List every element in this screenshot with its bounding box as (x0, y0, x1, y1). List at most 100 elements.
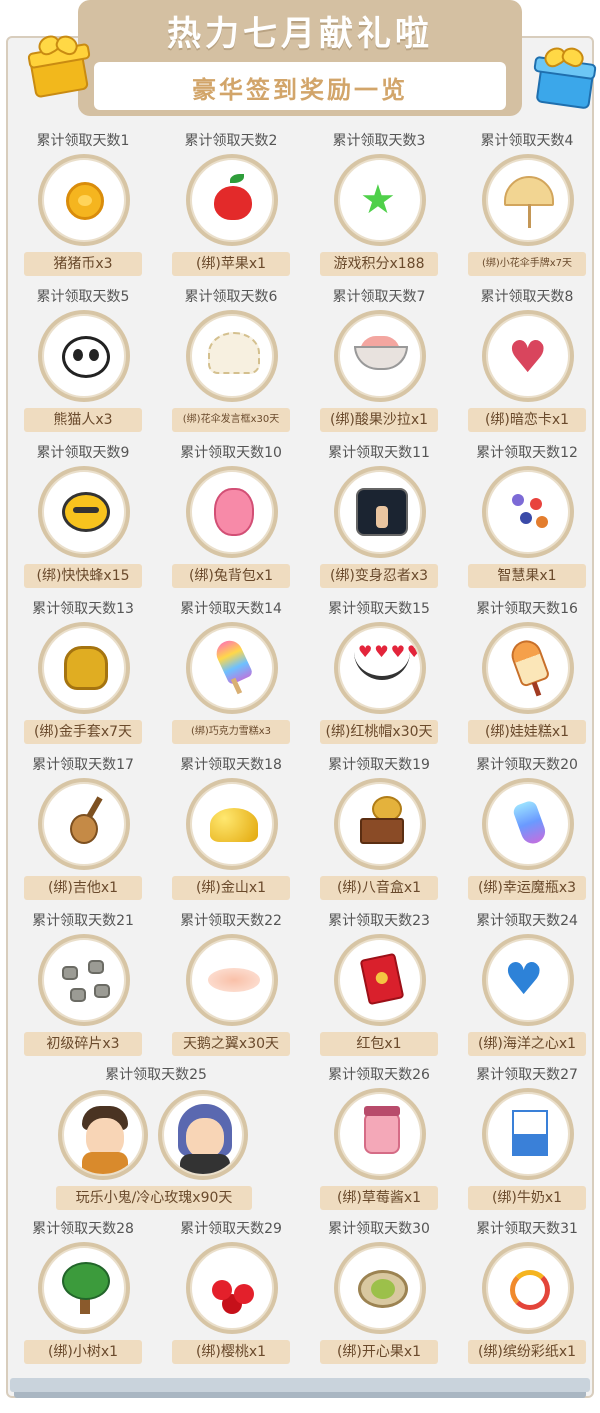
boy-avatar-icon (58, 1090, 148, 1180)
gold-gift-box-icon (26, 31, 92, 99)
reward-label: (绑)牛奶x1 (468, 1186, 586, 1210)
strawberry-jam-icon (334, 1088, 426, 1180)
day-label: 累计领取天数21 (32, 913, 134, 929)
day-label: 累计领取天数28 (32, 1221, 134, 1237)
reward-label: (绑)小树x1 (24, 1340, 142, 1364)
day-label: 累计领取天数25 (105, 1067, 207, 1083)
day-label: 累计领取天数6 (184, 289, 278, 305)
reward-label: (绑)吉他x1 (24, 876, 142, 900)
reward-cell-day-13: 累计领取天数13 (绑)金手套x7天 (8, 592, 158, 744)
reward-label: (绑)红桃帽x30天 (320, 720, 438, 744)
day-label: 累计领取天数12 (476, 445, 578, 461)
gold-glove-icon (38, 622, 130, 714)
reward-cell-day-10: 累计领取天数10 (绑)兔背包x1 (156, 436, 306, 588)
magic-bottle-icon (482, 778, 574, 870)
day-label: 累计领取天数5 (36, 289, 130, 305)
day-label: 累计领取天数17 (32, 757, 134, 773)
reward-label: (绑)暗恋卡x1 (468, 408, 586, 432)
girl-avatar-icon (158, 1090, 248, 1180)
panel-bottom-shadow (14, 1392, 586, 1398)
day-label: 累计领取天数9 (36, 445, 130, 461)
flower-umbrella-icon (482, 154, 574, 246)
tree-icon (38, 1242, 130, 1334)
reward-label: 熊猫人x3 (24, 408, 142, 432)
day-label: 累计领取天数20 (476, 757, 578, 773)
ice-bar-icon (482, 622, 574, 714)
confetti-icon (482, 1242, 574, 1334)
reward-label: (绑)金山x1 (172, 876, 290, 900)
reward-cell-day-7: 累计领取天数7 (绑)酸果沙拉x1 (304, 280, 454, 432)
page-subtitle: 豪华签到奖励一览 (192, 76, 408, 104)
reward-label: 初级碎片x3 (24, 1032, 142, 1056)
reward-cell-day-15: 累计领取天数15 ♥♥♥♥ (绑)红桃帽x30天 (304, 592, 454, 744)
day-label: 累计领取天数18 (180, 757, 282, 773)
reward-cell-day-2: 累计领取天数2 (绑)苹果x1 (156, 124, 306, 276)
day-label: 累计领取天数31 (476, 1221, 578, 1237)
swan-wing-icon (186, 934, 278, 1026)
reward-cell-day-20: 累计领取天数20 (绑)幸运魔瓶x3 (452, 748, 600, 900)
day-label: 累计领取天数26 (328, 1067, 430, 1083)
day-label: 累计领取天数13 (32, 601, 134, 617)
heart-crown-icon: ♥♥♥♥ (334, 622, 426, 714)
reward-cell-day-11: 累计领取天数11 (绑)变身忍者x3 (304, 436, 454, 588)
star-icon: ★ (334, 154, 426, 246)
reward-label: (绑)变身忍者x3 (320, 564, 438, 588)
heart-icon: ♥ (482, 310, 574, 402)
reward-label: (绑)缤纷彩纸x1 (468, 1340, 586, 1364)
day-label: 累计领取天数3 (332, 133, 426, 149)
reward-cell-day-29: 累计领取天数29 (绑)樱桃x1 (156, 1212, 306, 1364)
panel-bottom-edge (10, 1378, 590, 1392)
lace-umbrella-icon (186, 310, 278, 402)
reward-label: (绑)巧克力雪糕x3 (172, 720, 290, 744)
reward-label: (绑)兔背包x1 (172, 564, 290, 588)
reward-label: 玩乐小鬼/冷心玫瑰x90天 (56, 1186, 252, 1210)
reward-cell-day-4: 累计领取天数4 (绑)小花伞手牌x7天 (452, 124, 600, 276)
reward-cell-day-14: 累计领取天数14 (绑)巧克力雪糕x3 (156, 592, 306, 744)
blue-gift-box-icon (532, 43, 598, 110)
milk-icon (482, 1088, 574, 1180)
day-label: 累计领取天数10 (180, 445, 282, 461)
reward-cell-day-30: 累计领取天数30 (绑)开心果x1 (304, 1212, 454, 1364)
wisdom-berry-icon (482, 466, 574, 558)
day-label: 累计领取天数8 (480, 289, 574, 305)
reward-cell-day-12: 累计领取天数12 智慧果x1 (452, 436, 600, 588)
bunny-backpack-icon (186, 466, 278, 558)
reward-label: (绑)幸运魔瓶x3 (468, 876, 586, 900)
reward-label: (绑)八音盒x1 (320, 876, 438, 900)
fragments-icon (38, 934, 130, 1026)
reward-cell-day-21: 累计领取天数21 初级碎片x3 (8, 904, 158, 1056)
day-label: 累计领取天数22 (180, 913, 282, 929)
reward-label: (绑)樱桃x1 (172, 1340, 290, 1364)
reward-cell-day-18: 累计领取天数18 (绑)金山x1 (156, 748, 306, 900)
day-label: 累计领取天数4 (480, 133, 574, 149)
pistachio-icon (334, 1242, 426, 1334)
day-label: 累计领取天数16 (476, 601, 578, 617)
bee-icon (38, 466, 130, 558)
day-label: 累计领取天数7 (332, 289, 426, 305)
reward-label: (绑)快快蜂x15 (24, 564, 142, 588)
page-title: 热力七月献礼啦 (167, 14, 433, 54)
reward-label: 猪猪币x3 (24, 252, 142, 276)
day-label: 累计领取天数19 (328, 757, 430, 773)
reward-cell-day-6: 累计领取天数6 (绑)花伞发言框x30天 (156, 280, 306, 432)
reward-cell-day-28: 累计领取天数28 (绑)小树x1 (8, 1212, 158, 1364)
fruit-salad-icon (334, 310, 426, 402)
reward-label: 红包x1 (320, 1032, 438, 1056)
reward-cell-day-27: 累计领取天数27 (绑)牛奶x1 (452, 1058, 600, 1210)
reward-cell-day-1: 累计领取天数1 猪猪币x3 (8, 124, 158, 276)
ocean-heart-icon: ♥ (482, 934, 574, 1026)
day-label: 累计领取天数11 (328, 445, 430, 461)
day-label: 累计领取天数24 (476, 913, 578, 929)
reward-cell-day-9: 累计领取天数9 (绑)快快蜂x15 (8, 436, 158, 588)
reward-label: (绑)娃娃糕x1 (468, 720, 586, 744)
day-label: 累计领取天数1 (36, 133, 130, 149)
reward-cell-day-26: 累计领取天数26 (绑)草莓酱x1 (304, 1058, 454, 1210)
reward-label: (绑)金手套x7天 (24, 720, 142, 744)
reward-label: (绑)花伞发言框x30天 (172, 408, 290, 432)
reward-cell-day-24: 累计领取天数24 ♥ (绑)海洋之心x1 (452, 904, 600, 1056)
reward-label: (绑)小花伞手牌x7天 (468, 252, 586, 276)
gold-pile-icon (186, 778, 278, 870)
reward-cell-day-5: 累计领取天数5 熊猫人x3 (8, 280, 158, 432)
reward-label: (绑)草莓酱x1 (320, 1186, 438, 1210)
reward-cell-day-8: 累计领取天数8 ♥ (绑)暗恋卡x1 (452, 280, 600, 432)
